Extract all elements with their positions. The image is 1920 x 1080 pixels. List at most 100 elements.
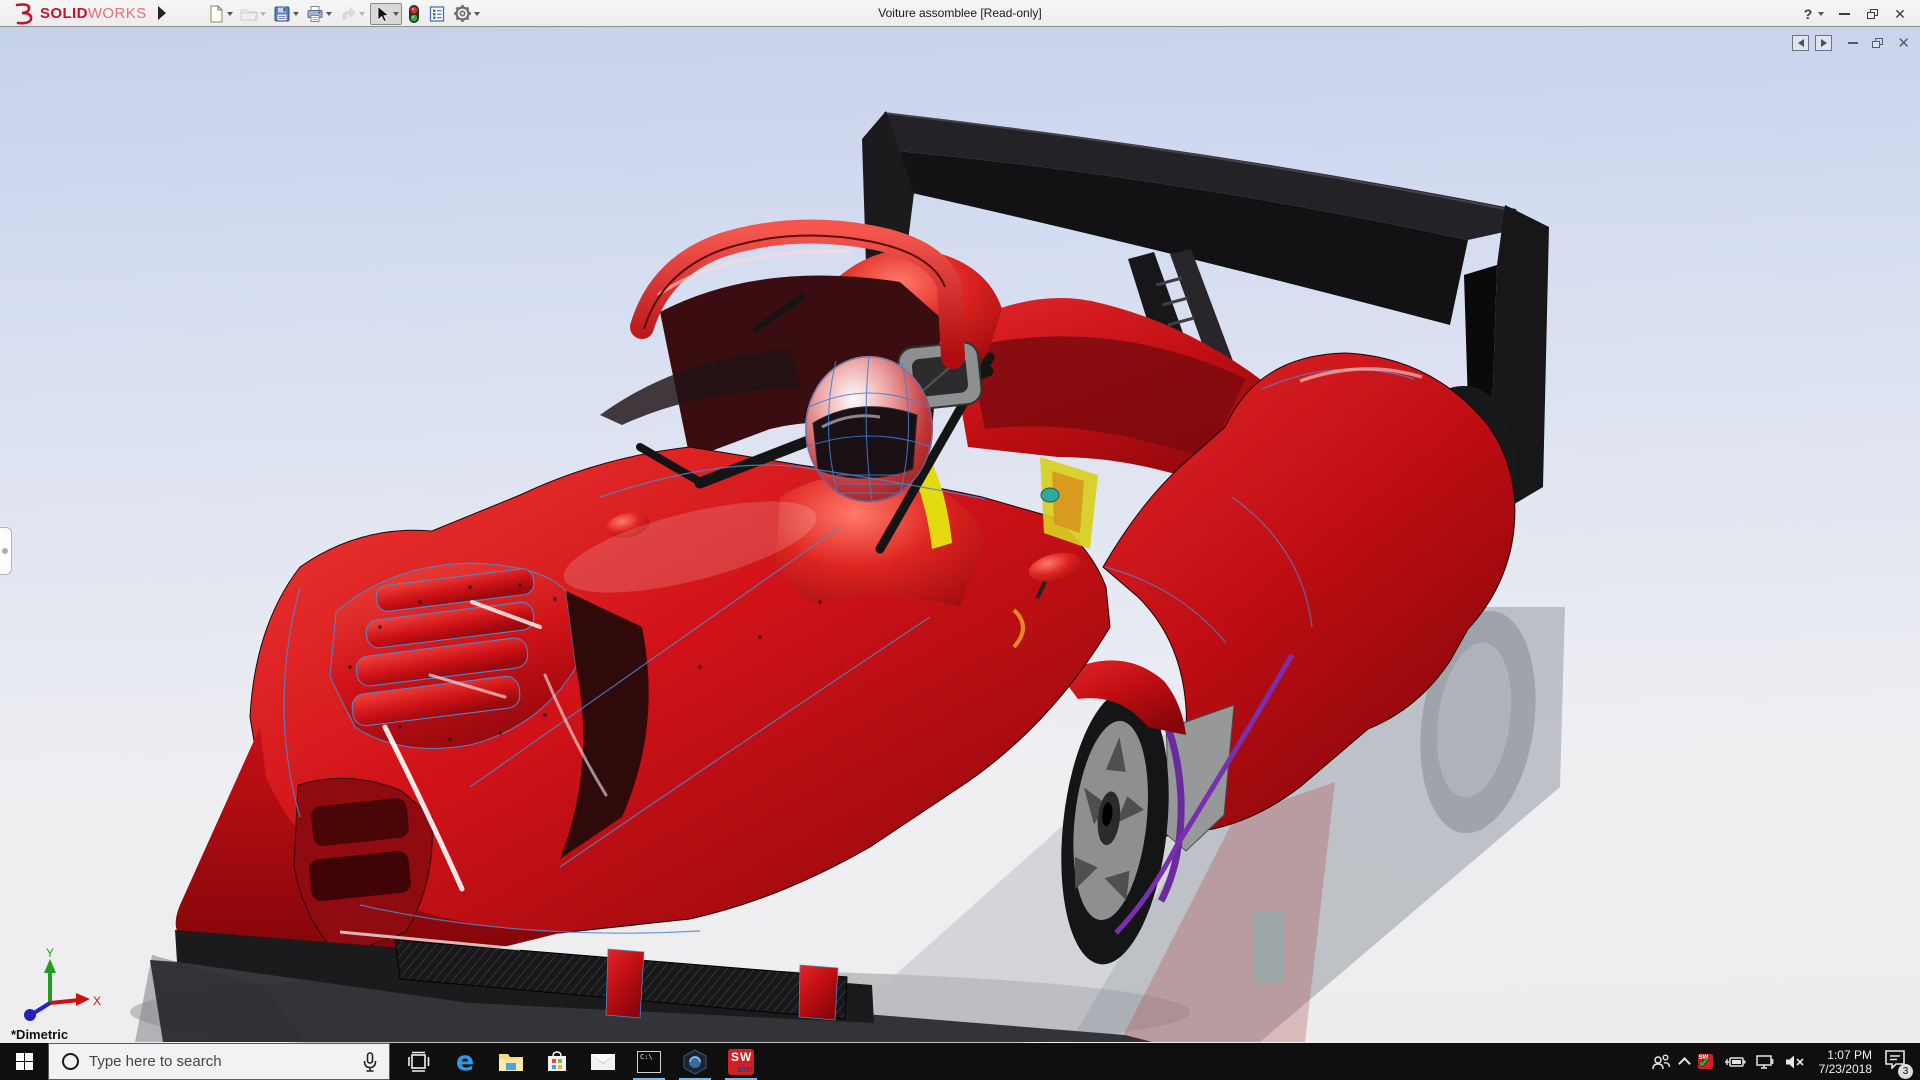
command-prompt-button[interactable]: C:\: [626, 1043, 672, 1080]
dropdown-caret-icon[interactable]: [359, 12, 365, 16]
task-view-icon: [407, 1051, 431, 1073]
dropdown-caret-icon[interactable]: [227, 12, 233, 16]
file-explorer-icon: [498, 1051, 524, 1073]
previous-pane-button[interactable]: [1792, 35, 1809, 51]
start-button[interactable]: [0, 1043, 48, 1080]
options-button[interactable]: [451, 3, 482, 24]
dropdown-caret-icon[interactable]: [293, 12, 299, 16]
microphone-icon[interactable]: [363, 1052, 377, 1072]
title-bar: SOLIDWORKS: [0, 0, 1920, 27]
taskbar-clock[interactable]: 1:07 PM 7/23/2018: [1819, 1048, 1872, 1076]
minimize-button[interactable]: [1830, 0, 1858, 27]
windows-taskbar: e: [0, 1043, 1920, 1080]
document-close-icon[interactable]: ✕: [1897, 36, 1910, 51]
network-icon: [1755, 1054, 1775, 1070]
mail-button[interactable]: [580, 1043, 626, 1080]
print-icon: [306, 5, 324, 23]
file-explorer-button[interactable]: [488, 1043, 534, 1080]
menu-expand-arrow-icon[interactable]: [158, 6, 166, 20]
command-prompt-icon: C:\: [637, 1051, 661, 1073]
orientation-triad: Y X: [16, 945, 102, 1021]
mail-icon: [590, 1052, 616, 1072]
arrow-left-icon: [1798, 39, 1804, 47]
solidworks-2017-icon: SW 2017: [728, 1049, 754, 1075]
volume-button[interactable]: [1784, 1054, 1806, 1070]
solidworks-check-icon: SW✔: [1698, 1054, 1713, 1069]
dropdown-caret-icon[interactable]: [260, 12, 266, 16]
standard-toolbar: [205, 2, 485, 25]
volume-muted-icon: [1784, 1054, 1806, 1070]
dropdown-caret-icon[interactable]: [474, 12, 480, 16]
save-floppy-icon: [273, 5, 291, 23]
close-icon: ✕: [1894, 7, 1906, 21]
hexagon-3d-app-button[interactable]: [672, 1043, 718, 1080]
car-3d-model[interactable]: [0, 27, 1920, 1043]
windows-logo-icon: [16, 1053, 33, 1070]
notification-badge: 3: [1898, 1064, 1913, 1079]
search-input[interactable]: [89, 1053, 363, 1070]
dropdown-caret-icon[interactable]: [393, 12, 399, 16]
dropdown-caret-icon[interactable]: [326, 12, 332, 16]
chevron-up-icon: [1678, 1057, 1691, 1070]
people-icon: [1651, 1054, 1671, 1070]
hexagon-3d-app-icon: [682, 1049, 708, 1075]
document-minimize-icon[interactable]: [1848, 42, 1858, 44]
graphics-viewport[interactable]: ✕ Y X *Dimetric: [0, 27, 1920, 1043]
clock-time: 1:07 PM: [1819, 1048, 1872, 1062]
brand-solid: SOLID: [40, 5, 88, 22]
restore-button[interactable]: [1858, 0, 1886, 27]
system-tray: SW✔: [1651, 1043, 1920, 1080]
new-document-button[interactable]: [205, 4, 235, 24]
triad-x-label: X: [93, 994, 101, 1008]
new-document-icon: [207, 5, 225, 23]
solidworks-2017-button[interactable]: SW 2017: [718, 1043, 764, 1080]
print-button[interactable]: [304, 4, 334, 24]
cortana-icon: [62, 1053, 79, 1070]
file-properties-icon: [428, 5, 446, 23]
open-button[interactable]: [238, 4, 268, 24]
options-gear-icon: [453, 4, 472, 23]
close-button[interactable]: ✕: [1886, 0, 1914, 27]
select-button[interactable]: [370, 3, 402, 25]
edge-button[interactable]: e: [442, 1043, 488, 1080]
show-hidden-icons-button[interactable]: [1680, 1055, 1689, 1068]
document-window-controls: ✕: [1786, 35, 1910, 51]
view-orientation-label: *Dimetric: [11, 1027, 68, 1042]
taskbar-search[interactable]: [48, 1043, 390, 1080]
arrow-right-icon: [1821, 39, 1827, 47]
select-cursor-icon: [373, 5, 391, 23]
solidworks-monitor-button[interactable]: SW✔: [1698, 1054, 1713, 1069]
rebuild-button[interactable]: [405, 3, 423, 25]
help-caret-icon[interactable]: [1818, 12, 1824, 16]
brand-works: WORKS: [88, 5, 147, 22]
people-button[interactable]: [1651, 1054, 1671, 1070]
document-restore-icon[interactable]: [1872, 38, 1883, 48]
clock-date: 7/23/2018: [1819, 1062, 1872, 1076]
microsoft-store-button[interactable]: [534, 1043, 580, 1080]
battery-icon: [1722, 1055, 1746, 1069]
task-view-button[interactable]: [396, 1043, 442, 1080]
solidworks-logo: SOLIDWORKS: [10, 2, 147, 25]
action-center-button[interactable]: 3: [1884, 1049, 1906, 1074]
undo-icon: [339, 5, 357, 23]
microsoft-store-icon: [545, 1050, 569, 1074]
3ds-logo-icon: [10, 3, 36, 25]
undo-button[interactable]: [337, 4, 367, 24]
feature-panel-collapsed-tab[interactable]: [0, 527, 12, 575]
power-status-button[interactable]: [1722, 1055, 1746, 1069]
next-pane-button[interactable]: [1815, 35, 1832, 51]
minimize-icon: [1839, 13, 1850, 15]
panel-tab-dot-icon: [2, 548, 8, 554]
network-button[interactable]: [1755, 1054, 1775, 1070]
restore-icon: [1867, 9, 1878, 19]
file-properties-button[interactable]: [426, 4, 448, 24]
window-controls: ? ✕: [1798, 0, 1914, 27]
triad-y-label: Y: [46, 946, 54, 960]
taskbar-apps: e: [396, 1043, 764, 1080]
help-button[interactable]: ?: [1798, 0, 1818, 27]
solidworks-window: SOLIDWORKS: [0, 0, 1920, 1080]
edge-icon: e: [456, 1048, 474, 1075]
rebuild-traffic-light-icon: [407, 4, 421, 24]
open-folder-icon: [240, 5, 258, 23]
save-button[interactable]: [271, 4, 301, 24]
